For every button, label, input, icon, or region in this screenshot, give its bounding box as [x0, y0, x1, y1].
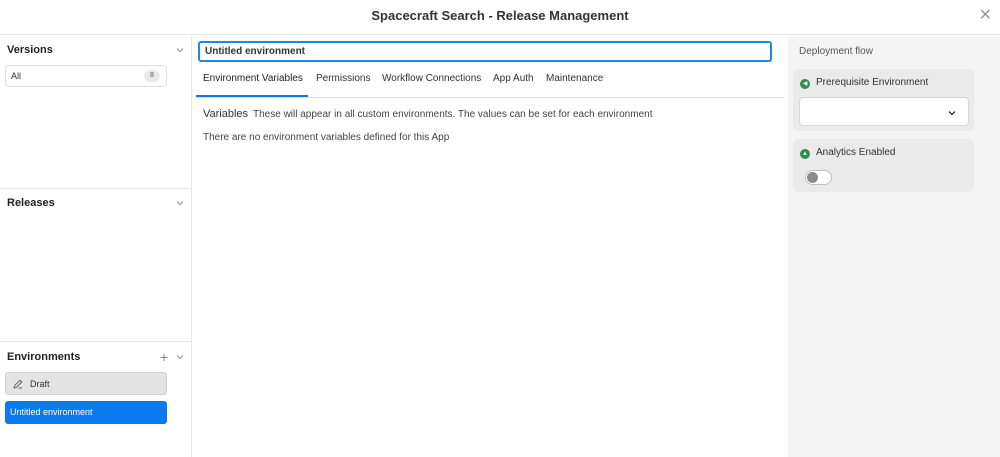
main-panel: Environment Variables Permissions Workfl…	[192, 36, 788, 457]
versions-heading: Versions	[7, 44, 53, 56]
releases-heading: Releases	[7, 197, 55, 209]
sidebar: Versions All 8 Releases Environments + D…	[0, 36, 192, 457]
environment-item-draft[interactable]: Draft	[5, 372, 167, 395]
tab-maintenance[interactable]: Maintenance	[546, 72, 603, 98]
active-tab-indicator	[196, 95, 308, 97]
dialog-title: Spacecraft Search - Release Management	[371, 8, 629, 23]
versions-filter-label: All	[11, 71, 22, 81]
tab-permissions[interactable]: Permissions	[316, 72, 370, 98]
analytics-card: ▲ Analytics Enabled	[793, 139, 974, 192]
variables-heading: Variables	[203, 108, 249, 120]
deployment-flow-title: Deployment flow	[799, 46, 873, 57]
analytics-toggle[interactable]	[805, 170, 832, 185]
variables-description: These will appear in all custom environm…	[253, 109, 653, 120]
tab-workflow-connections[interactable]: Workflow Connections	[382, 72, 481, 98]
dialog-header: Spacecraft Search - Release Management ✕	[0, 0, 1000, 35]
chevron-down-icon[interactable]	[175, 352, 185, 362]
chevron-down-icon[interactable]	[175, 198, 185, 208]
deployment-panel: Deployment flow ◀ Prerequisite Environme…	[788, 36, 1000, 457]
chevron-down-icon[interactable]	[175, 45, 185, 55]
add-environment-icon[interactable]: +	[160, 350, 168, 364]
arrow-left-icon: ◀	[800, 79, 810, 89]
analytics-chart-icon: ▲	[800, 149, 810, 159]
environments-heading: Environments	[7, 351, 81, 363]
analytics-label: Analytics Enabled	[816, 147, 896, 158]
close-icon[interactable]: ✕	[979, 8, 992, 24]
divider	[0, 188, 191, 189]
environment-name-input[interactable]	[198, 41, 772, 62]
environment-item-untitled[interactable]: Untitled environment	[5, 401, 167, 424]
divider	[0, 341, 191, 342]
chevron-down-icon	[948, 111, 956, 116]
environment-item-label: Untitled environment	[10, 407, 93, 417]
prerequisite-card: ◀ Prerequisite Environment	[793, 69, 974, 131]
environment-item-label: Draft	[30, 379, 50, 389]
tab-app-auth[interactable]: App Auth	[493, 72, 534, 98]
prerequisite-environment-select[interactable]	[799, 97, 969, 126]
prerequisite-label: Prerequisite Environment	[816, 77, 929, 88]
toggle-knob	[807, 172, 818, 183]
pencil-icon	[13, 379, 23, 389]
empty-state-message: There are no environment variables defin…	[203, 132, 450, 143]
versions-filter[interactable]: All 8	[5, 65, 167, 87]
versions-count-badge: 8	[144, 70, 160, 82]
